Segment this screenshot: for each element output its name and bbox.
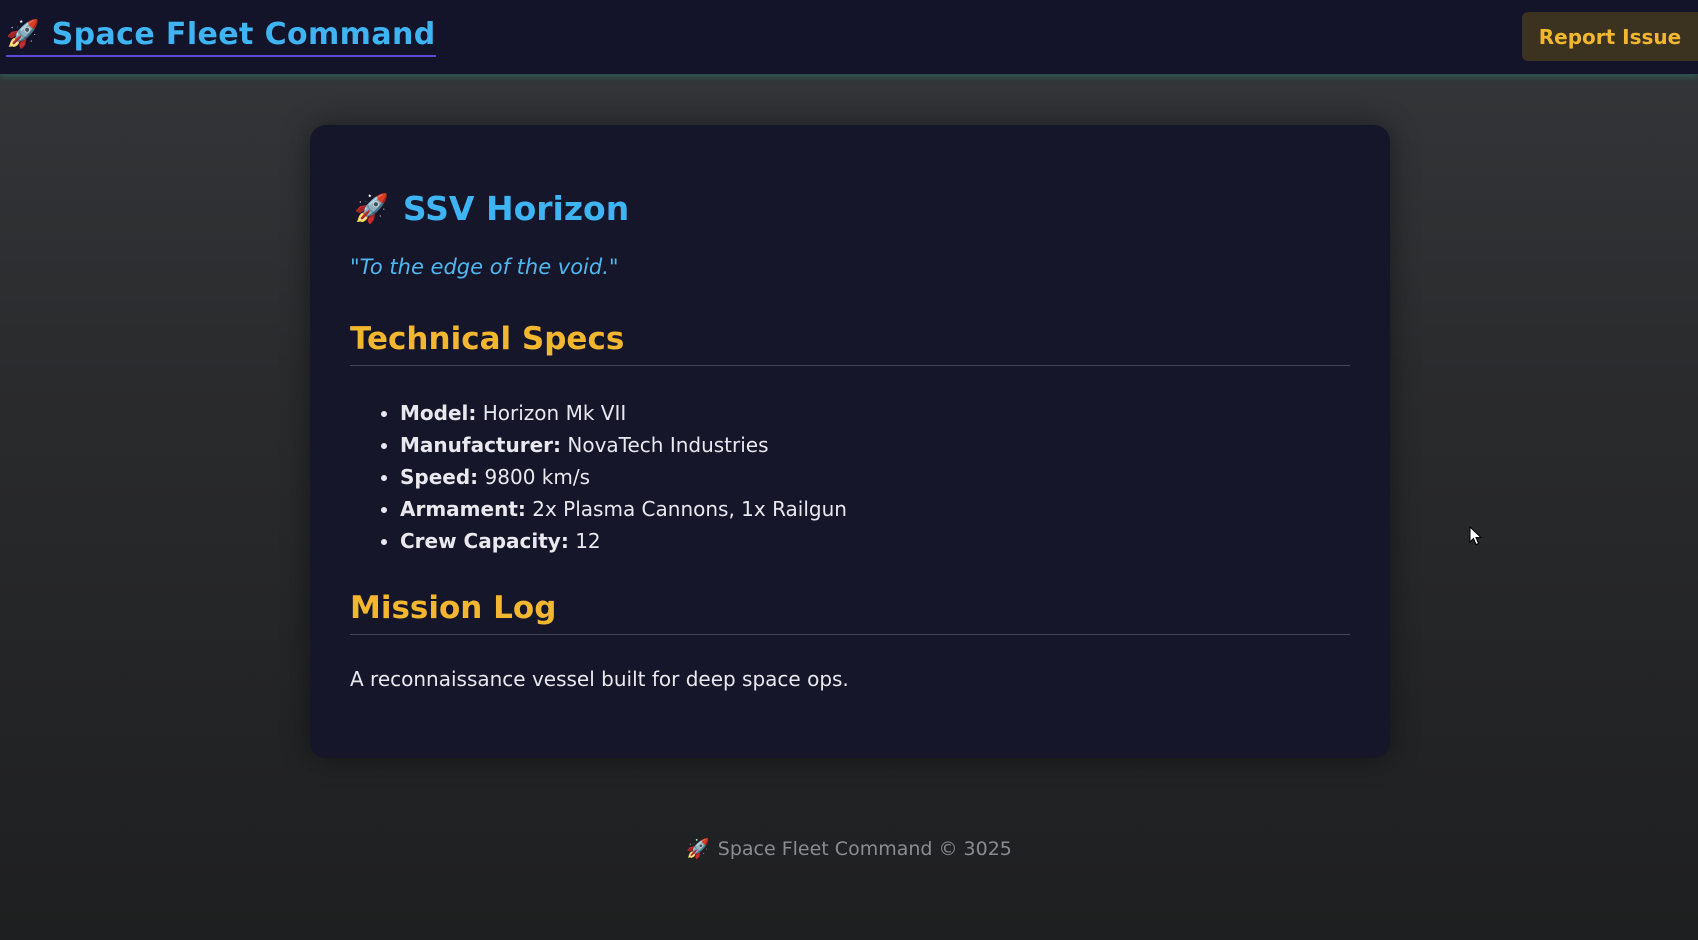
technical-specs-heading: Technical Specs (350, 321, 1350, 366)
spec-item-crew-capacity: Crew Capacity: 12 (400, 525, 847, 557)
footer-copyright: Space Fleet Command © 3025 (717, 838, 1012, 860)
spec-item-armament: Armament: 2x Plasma Cannons, 1x Railgun (400, 493, 847, 525)
mission-log-text: A reconnaissance vessel built for deep s… (350, 667, 849, 691)
mouse-cursor-icon (1469, 526, 1483, 546)
brand-title: Space Fleet Command (51, 17, 436, 52)
spec-label: Crew Capacity: (400, 529, 569, 553)
spec-value: 12 (575, 529, 601, 553)
spec-item-speed: Speed: 9800 km/s (400, 461, 847, 493)
spec-item-model: Model: Horizon Mk VII (400, 397, 847, 429)
rocket-icon: 🚀 (354, 192, 389, 225)
spec-label: Model: (400, 401, 477, 425)
brand-home-link[interactable]: 🚀 Space Fleet Command (6, 18, 436, 57)
report-issue-button[interactable]: Report Issue (1522, 12, 1698, 61)
mission-log-heading: Mission Log (350, 590, 1350, 635)
ship-motto: "To the edge of the void." (350, 255, 619, 279)
spec-value: 9800 km/s (484, 465, 591, 489)
spec-value: NovaTech Industries (567, 433, 769, 457)
spec-value: Horizon Mk VII (482, 401, 627, 425)
top-nav-bar: 🚀 Space Fleet Command Report Issue (0, 0, 1698, 75)
spec-label: Armament: (400, 497, 526, 521)
page-footer: 🚀 Space Fleet Command © 3025 (0, 837, 1698, 860)
ship-title: 🚀 SSV Horizon (354, 189, 629, 229)
spec-label: Speed: (400, 465, 479, 489)
spec-list: Model: Horizon Mk VII Manufacturer: Nova… (350, 397, 847, 557)
ship-detail-card: 🚀 SSV Horizon "To the edge of the void."… (310, 125, 1390, 758)
spec-label: Manufacturer: (400, 433, 562, 457)
rocket-icon: 🚀 (6, 19, 40, 50)
rocket-icon: 🚀 (686, 838, 710, 860)
spec-item-manufacturer: Manufacturer: NovaTech Industries (400, 429, 847, 461)
spec-value: 2x Plasma Cannons, 1x Railgun (532, 497, 847, 521)
ship-name: SSV Horizon (402, 189, 630, 228)
